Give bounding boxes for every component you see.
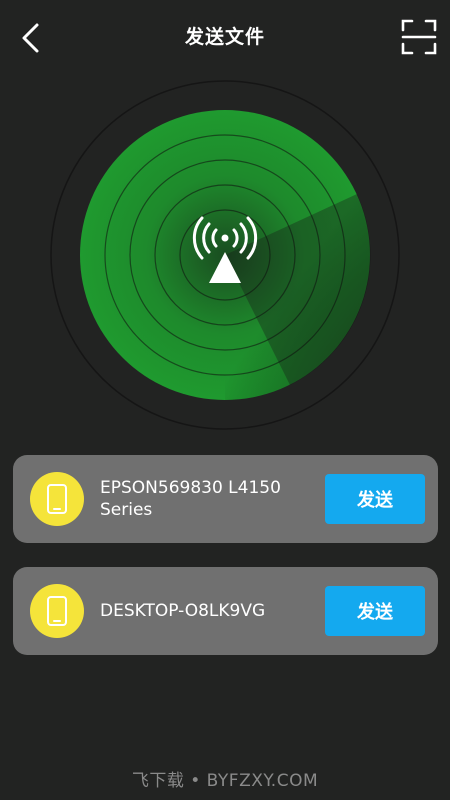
watermark: 飞下载 • BYFZXY.COM <box>131 771 319 791</box>
device-avatar <box>30 584 84 638</box>
page-title: 发送文件 <box>184 26 265 48</box>
radar-scanner <box>50 80 400 430</box>
app-header: 发送文件 <box>0 0 450 76</box>
device-name: DESKTOP-O8LK9VG <box>100 601 266 621</box>
scan-icon[interactable] <box>400 18 438 56</box>
phone-icon <box>47 596 67 626</box>
send-button[interactable]: 发送 <box>325 586 425 636</box>
device-card: EPSON569830 L4150 Series 发送 <box>13 455 438 543</box>
send-button[interactable]: 发送 <box>325 474 425 524</box>
device-name: EPSON569830 L4150 Series <box>100 478 281 520</box>
phone-icon <box>47 484 67 514</box>
device-card: DESKTOP-O8LK9VG 发送 <box>13 567 438 655</box>
device-avatar <box>30 472 84 526</box>
